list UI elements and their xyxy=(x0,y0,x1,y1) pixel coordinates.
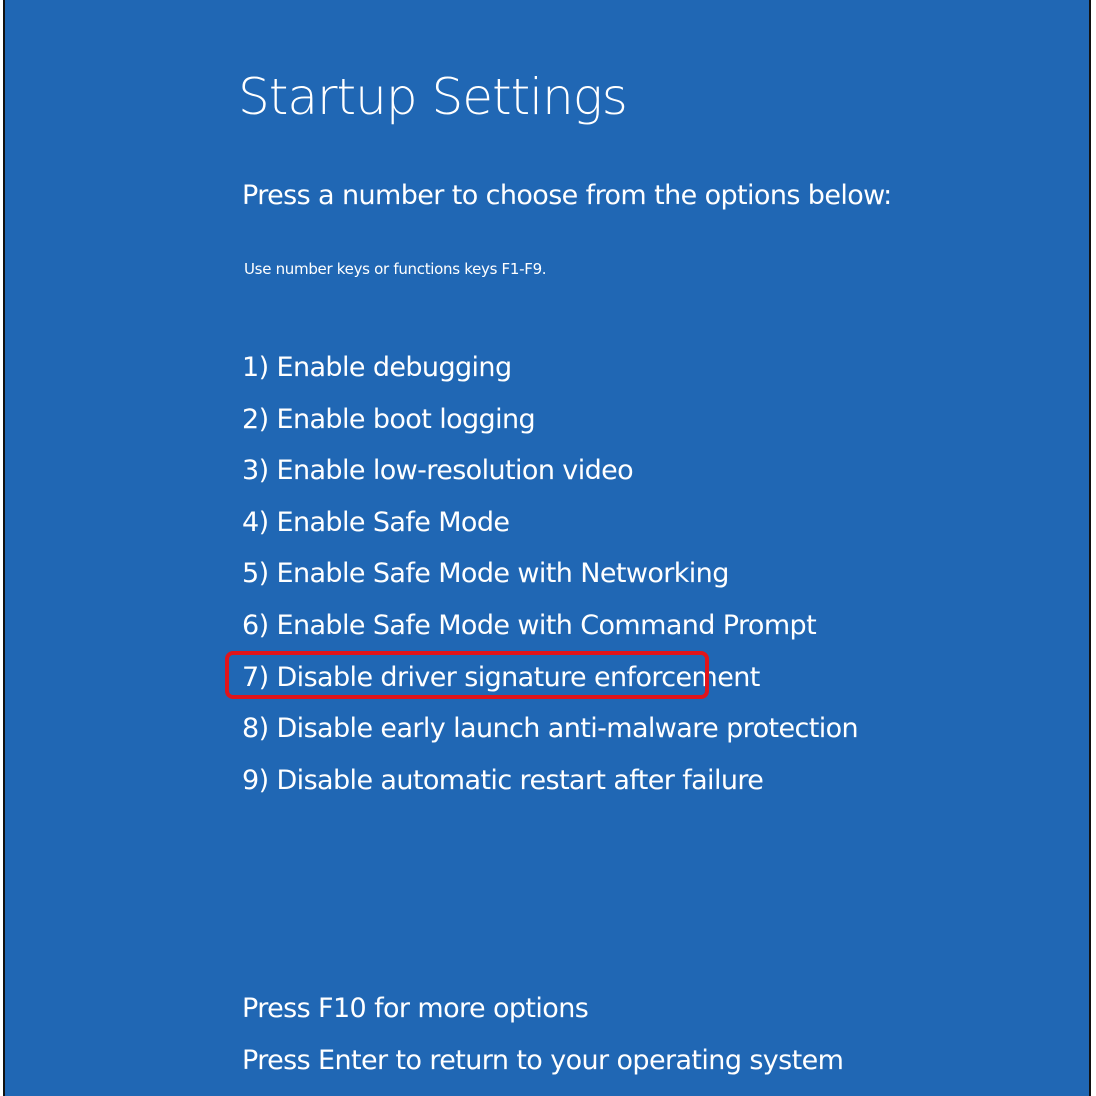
option-enable-low-resolution-video[interactable]: 3) Enable low-resolution video xyxy=(242,449,858,501)
startup-settings-screen: Startup Settings Press a number to choos… xyxy=(3,0,1091,1096)
option-enable-safe-mode-networking[interactable]: 5) Enable Safe Mode with Networking xyxy=(242,552,858,604)
page-title: Startup Settings xyxy=(238,68,628,126)
highlight-annotation-box xyxy=(225,651,709,699)
more-options-text[interactable]: Press F10 for more options xyxy=(242,983,843,1035)
option-enable-debugging[interactable]: 1) Enable debugging xyxy=(242,346,858,398)
startup-options-list: 1) Enable debugging 2) Enable boot loggi… xyxy=(242,346,859,811)
option-enable-safe-mode[interactable]: 4) Enable Safe Mode xyxy=(242,501,858,553)
option-enable-safe-mode-command-prompt[interactable]: 6) Enable Safe Mode with Command Prompt xyxy=(242,604,858,656)
hint-text: Use number keys or functions keys F1-F9. xyxy=(244,260,547,278)
footer-instructions: Press F10 for more options Press Enter t… xyxy=(242,983,844,1087)
option-disable-early-launch-anti-malware[interactable]: 8) Disable early launch anti-malware pro… xyxy=(242,707,859,759)
option-enable-boot-logging[interactable]: 2) Enable boot logging xyxy=(242,398,858,450)
option-disable-automatic-restart[interactable]: 9) Disable automatic restart after failu… xyxy=(242,759,858,811)
instruction-text: Press a number to choose from the option… xyxy=(242,180,892,211)
return-to-os-text[interactable]: Press Enter to return to your operating … xyxy=(242,1035,844,1087)
